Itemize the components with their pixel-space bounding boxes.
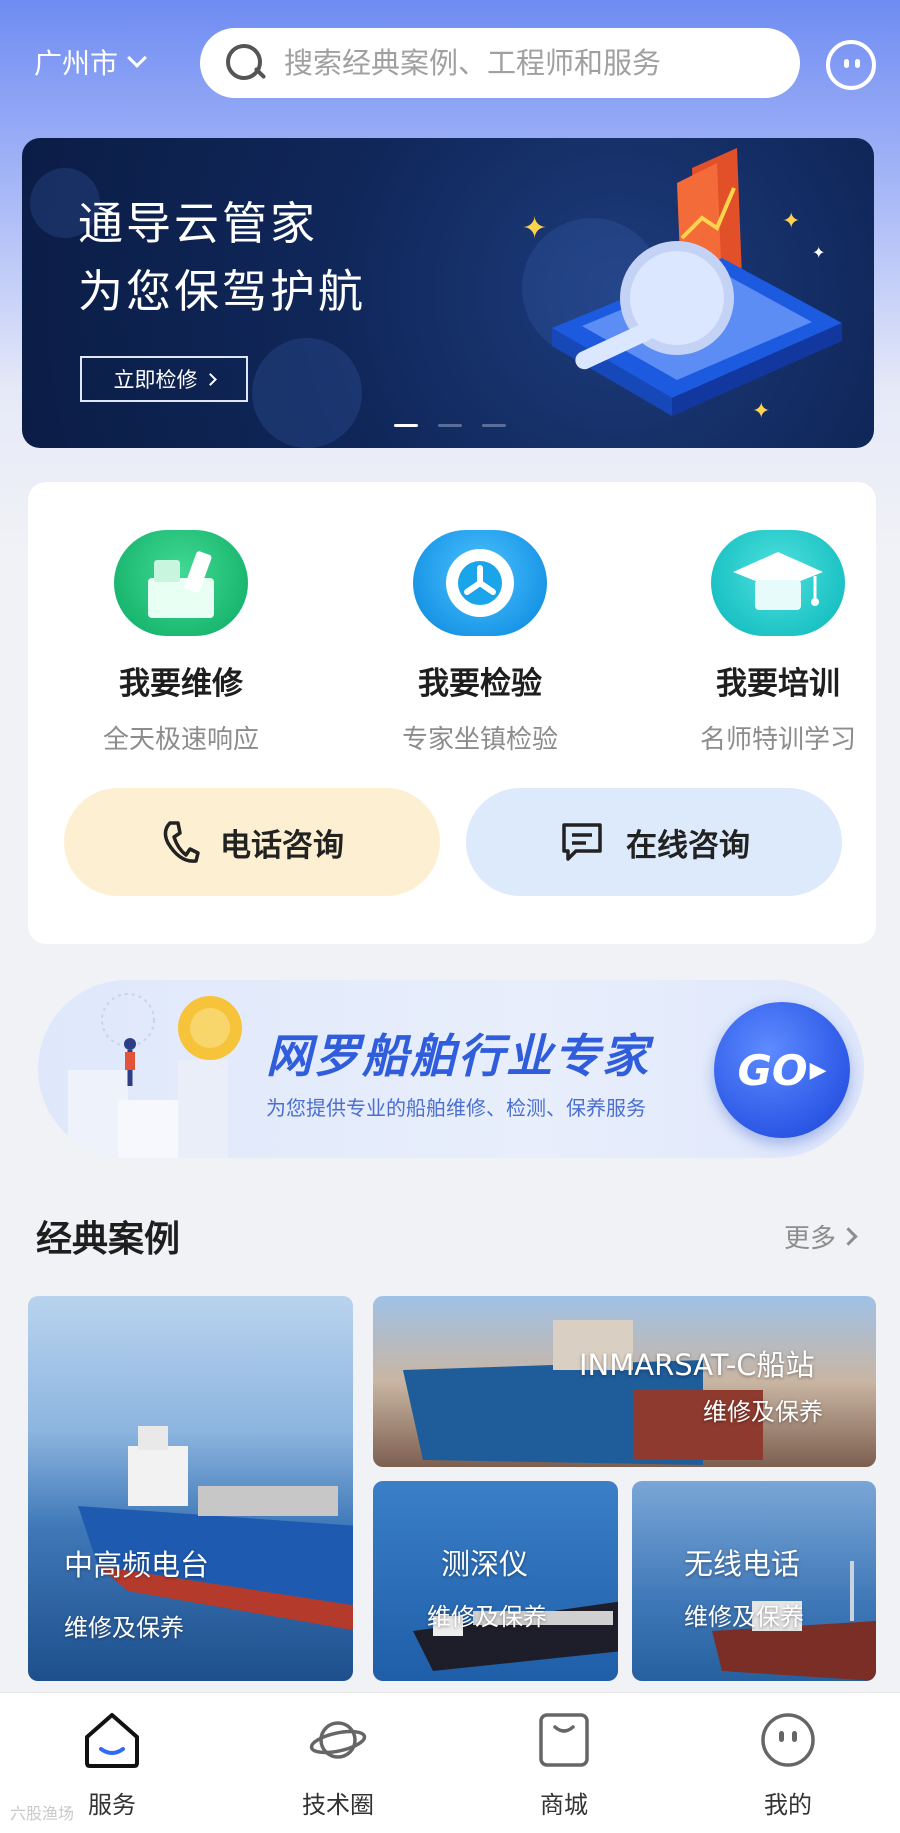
- go-label: GO: [737, 1045, 808, 1095]
- cargo-ship-image: [403, 1320, 763, 1465]
- graduation-cap-icon: [711, 530, 845, 636]
- tab-tech-circle[interactable]: 技术圈: [268, 1711, 408, 1820]
- service-subtitle: 全天极速响应: [102, 725, 259, 755]
- bottom-tab-bar: 服务 技术圈 商城 我的: [0, 1692, 900, 1833]
- chevron-right-icon: [839, 1227, 858, 1246]
- svg-text:✦: ✦: [812, 243, 825, 262]
- promo-illustration: [68, 993, 242, 1158]
- case-card[interactable]: 中高频电台 维修及保养: [28, 1296, 353, 1681]
- chevron-right-icon: [203, 372, 217, 386]
- cargo-ship-image: [78, 1426, 353, 1631]
- tab-mall[interactable]: 商城: [494, 1711, 634, 1820]
- carousel-dot: [482, 424, 506, 427]
- svg-text:✦: ✦: [522, 211, 547, 246]
- case-subtitle: 维修及保养: [427, 1603, 547, 1631]
- case-title: 测深仪: [441, 1547, 529, 1581]
- svg-text:✦: ✦: [752, 399, 770, 424]
- search-icon: [222, 40, 268, 86]
- service-face-icon[interactable]: [826, 40, 876, 90]
- header: 广州市: [0, 22, 900, 98]
- banner-title-line1: 通导云管家: [78, 197, 319, 250]
- service-name: 我要维修: [119, 666, 243, 702]
- search-bar[interactable]: [200, 28, 800, 98]
- inspect-gear-icon: [413, 530, 547, 636]
- repair-icon: [114, 530, 248, 636]
- case-title: INMARSAT-C船站: [579, 1348, 815, 1382]
- carousel-indicator: [394, 424, 506, 427]
- service-name: 我要培训: [716, 666, 840, 702]
- promo-subtitle: 为您提供专业的船舶维修、检测、保养服务: [266, 1096, 646, 1120]
- phone-consult-label: 电话咨询: [220, 827, 344, 864]
- chevron-down-icon: [127, 48, 147, 68]
- service-inspection[interactable]: 我要检验 专家坐镇检验: [380, 530, 580, 756]
- play-arrow-icon: ▶: [809, 1057, 827, 1083]
- phone-icon: [163, 821, 200, 863]
- city-label: 广州市: [34, 47, 119, 80]
- case-card[interactable]: 测深仪 维修及保养: [373, 1481, 618, 1681]
- online-consult-label: 在线咨询: [626, 827, 750, 864]
- tab-mine[interactable]: 我的: [718, 1711, 858, 1820]
- banner-decor-bubble: [252, 338, 362, 448]
- home-icon: [85, 1713, 139, 1768]
- service-repair[interactable]: 我要维修 全天极速响应: [81, 530, 281, 756]
- chat-icon: [562, 823, 602, 861]
- watermark: 六股渔场: [10, 1804, 75, 1823]
- tab-label: 商城: [540, 1791, 588, 1819]
- service-subtitle: 名师特训学习: [699, 725, 856, 755]
- expert-promo-banner[interactable]: 网罗船舶行业专家 为您提供专业的船舶维修、检测、保养服务 GO ▶: [38, 980, 864, 1158]
- case-subtitle: 维修及保养: [703, 1398, 823, 1426]
- case-title: 中高频电台: [64, 1548, 210, 1582]
- promo-banner[interactable]: 通导云管家 为您保驾护航 立即检修 ✦ ✦ ✦ ✦ ✦: [22, 138, 874, 448]
- inspect-now-button[interactable]: 立即检修: [80, 356, 248, 402]
- service-subtitle: 专家坐镇检验: [401, 725, 558, 755]
- carousel-dot: [438, 424, 462, 427]
- promo-title: 网罗船舶行业专家: [266, 1029, 650, 1083]
- inspect-now-label: 立即检修: [113, 369, 198, 392]
- tab-label: 技术圈: [302, 1791, 374, 1819]
- service-training[interactable]: 我要培训 名师特训学习: [678, 530, 878, 756]
- svg-text:✦: ✦: [782, 209, 800, 234]
- more-label: 更多: [784, 1224, 837, 1254]
- shopping-bag-icon: [539, 1713, 589, 1767]
- tab-label: 我的: [764, 1791, 812, 1819]
- phone-consult-button[interactable]: 电话咨询: [64, 788, 440, 896]
- section-title: 经典案例: [36, 1219, 181, 1260]
- case-subtitle: 维修及保养: [684, 1603, 804, 1631]
- case-card[interactable]: 无线电话 维修及保养: [632, 1481, 876, 1681]
- search-input[interactable]: [284, 46, 784, 80]
- case-title: 无线电话: [684, 1547, 801, 1581]
- planet-icon: [309, 1721, 367, 1759]
- go-button[interactable]: GO ▶: [714, 1002, 850, 1138]
- service-name: 我要检验: [418, 666, 542, 702]
- city-selector[interactable]: 广州市: [34, 42, 147, 82]
- banner-title: 通导云管家 为您保驾护航: [78, 190, 366, 326]
- profile-face-icon: [761, 1713, 815, 1767]
- case-card[interactable]: INMARSAT-C船站 维修及保养: [373, 1296, 876, 1467]
- services-card: 我要维修 全天极速响应 我要检验 专家坐镇检验 我要培训 名师特训学习 电话咨询…: [28, 482, 876, 944]
- online-consult-button[interactable]: 在线咨询: [466, 788, 842, 896]
- banner-title-line2: 为您保驾护航: [78, 265, 367, 318]
- magnifier-phone-illustration: ✦ ✦ ✦ ✦ ✦: [522, 148, 842, 424]
- carousel-dot: [394, 424, 418, 427]
- case-subtitle: 维修及保养: [64, 1614, 184, 1642]
- more-cases-link[interactable]: 更多: [784, 1218, 858, 1255]
